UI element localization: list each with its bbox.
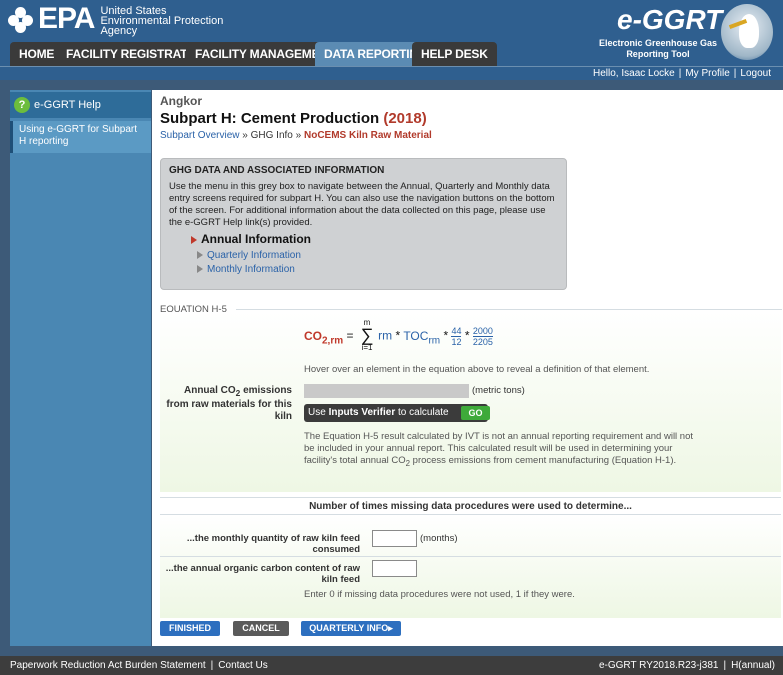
ghg-info-box: GHG DATA AND ASSOCIATED INFORMATION Use … [160,158,567,290]
monthly-raw-kiln-feed-input[interactable] [372,530,417,547]
main-content: Angkor Subpart H: Cement Production (201… [152,90,783,646]
epa-logo[interactable]: EPA United States Environmental Protecti… [8,2,223,37]
missing-data-note: Enter 0 if missing data procedures were … [304,589,575,600]
monthly-information-link[interactable]: Monthly Information [197,264,558,275]
finished-button[interactable]: FINISHED [160,621,220,636]
equation-co2-term[interactable]: CO2,rm [304,329,343,346]
breadcrumb-current: NoCEMS Kiln Raw Material [303,130,432,141]
breadcrumb-ghg-info: GHG Info [250,130,293,141]
reporting-year: (2018) [383,110,427,127]
summation-symbol: m ∑ i=1 [360,318,374,352]
annual-information-link[interactable]: Annual Information [191,232,558,246]
ghg-info-text: Use the menu in this grey box to navigat… [169,181,555,228]
breadcrumb: Subpart Overview » GHG Info » NoCEMS Kil… [160,130,432,141]
annual-emissions-field [304,384,469,398]
arrow-right-icon: ▸ [388,623,393,633]
annual-emissions-unit: (metric tons) [472,385,525,396]
paperwork-link[interactable]: Paperwork Reduction Act Burden Statement [10,660,206,671]
quarterly-information-link[interactable]: Quarterly Information [197,250,558,261]
equation-h5: CO2,rm = rm * TOCrm * 44 12 * 2000 2205 [304,326,493,347]
help-question-icon: ? [14,97,30,114]
times-sign: * [395,328,401,343]
ghg-info-heading: GHG DATA AND ASSOCIATED INFORMATION [169,165,385,176]
missing-data-heading: Number of times missing data procedures … [309,501,632,512]
equation-toc-term[interactable]: TOCrm [403,329,440,346]
annual-organic-carbon-label: ...the annual organic carbon content of … [165,563,360,585]
play-arrow-icon [197,265,203,274]
mode-label: H(annual) [731,660,775,671]
brand-title: e-GGRT [617,4,723,35]
monthly-raw-kiln-feed-label: ...the monthly quantity of raw kiln feed… [186,533,360,555]
tab-home[interactable]: HOME [10,42,64,66]
page-title: Subpart H: Cement Production (2018) [160,110,427,127]
divider [236,309,782,310]
site-footer: Paperwork Reduction Act Burden Statement… [0,656,783,675]
page-title-text: Subpart H: Cement Production [160,110,380,127]
fraction-2000-2205[interactable]: 2000 2205 [472,326,493,347]
equals-sign: = [346,328,354,343]
user-greeting: Hello, Isaac Locke [593,68,675,79]
go-button[interactable]: GO [461,406,490,420]
help-title: e-GGRT Help [34,99,101,111]
cancel-button[interactable]: CANCEL [233,621,289,636]
agency-line-3: Agency [100,25,138,37]
help-link-subpart-h[interactable]: Using e-GGRT for Subpart H reporting [10,121,151,153]
breadcrumb-separator: » [242,130,248,141]
logout-link[interactable]: Logout [740,68,771,79]
tab-help-desk[interactable]: HELP DESK [412,42,497,66]
annual-emissions-label: Annual CO2 emissions from raw materials … [166,385,292,422]
divider [160,497,781,498]
help-header: ? e-GGRT Help [10,92,151,118]
my-profile-link[interactable]: My Profile [685,68,729,79]
left-sidebar [10,90,151,646]
divider [160,556,781,557]
main-nav: HOME FACILITY REGISTRATION FACILITY MANA… [0,42,783,66]
equation-hover-note: Hover over an element in the equation ab… [304,364,650,375]
agency-name: United States Environmental Protection A… [100,6,223,37]
epa-flower-icon [8,7,34,33]
equation-rm-term[interactable]: rm [378,329,392,343]
times-sign: * [443,328,449,343]
play-arrow-icon [197,251,203,260]
monthly-unit: (months) [420,533,458,544]
utility-bar: Hello, Isaac Locke | My Profile | Logout [0,66,783,80]
fraction-44-12[interactable]: 44 12 [451,326,462,347]
breadcrumb-subpart-overview[interactable]: Subpart Overview [160,130,239,141]
play-arrow-icon [191,235,197,244]
ivt-note: The Equation H-5 result calculated by IV… [304,431,694,468]
breadcrumb-separator: » [295,130,302,141]
epa-wordmark: EPA [38,2,95,35]
contact-us-link[interactable]: Contact Us [218,660,267,671]
annual-organic-carbon-input[interactable] [372,560,417,577]
version-label: e-GGRT RY2018.R23-j381 [598,660,719,671]
quarterly-info-button[interactable]: QUARTERLY INFO▸ [301,621,401,636]
facility-name: Angkor [160,94,202,108]
times-sign: * [464,328,470,343]
